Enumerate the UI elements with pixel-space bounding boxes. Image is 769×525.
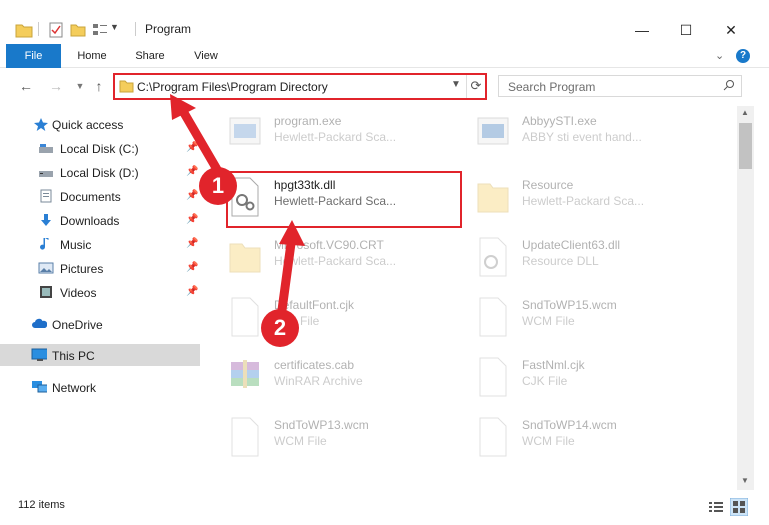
large-icons-view-icon[interactable] [730, 498, 748, 516]
step-badge-1: 1 [199, 167, 237, 205]
item-count: 112 items [18, 499, 65, 511]
arrow-2-head [279, 220, 305, 246]
status-bar: 112 items [0, 490, 769, 525]
annotation-arrows [170, 94, 305, 315]
arrow-2 [277, 231, 297, 315]
step-badge-2: 2 [261, 309, 299, 347]
details-view-icon[interactable] [708, 500, 724, 514]
